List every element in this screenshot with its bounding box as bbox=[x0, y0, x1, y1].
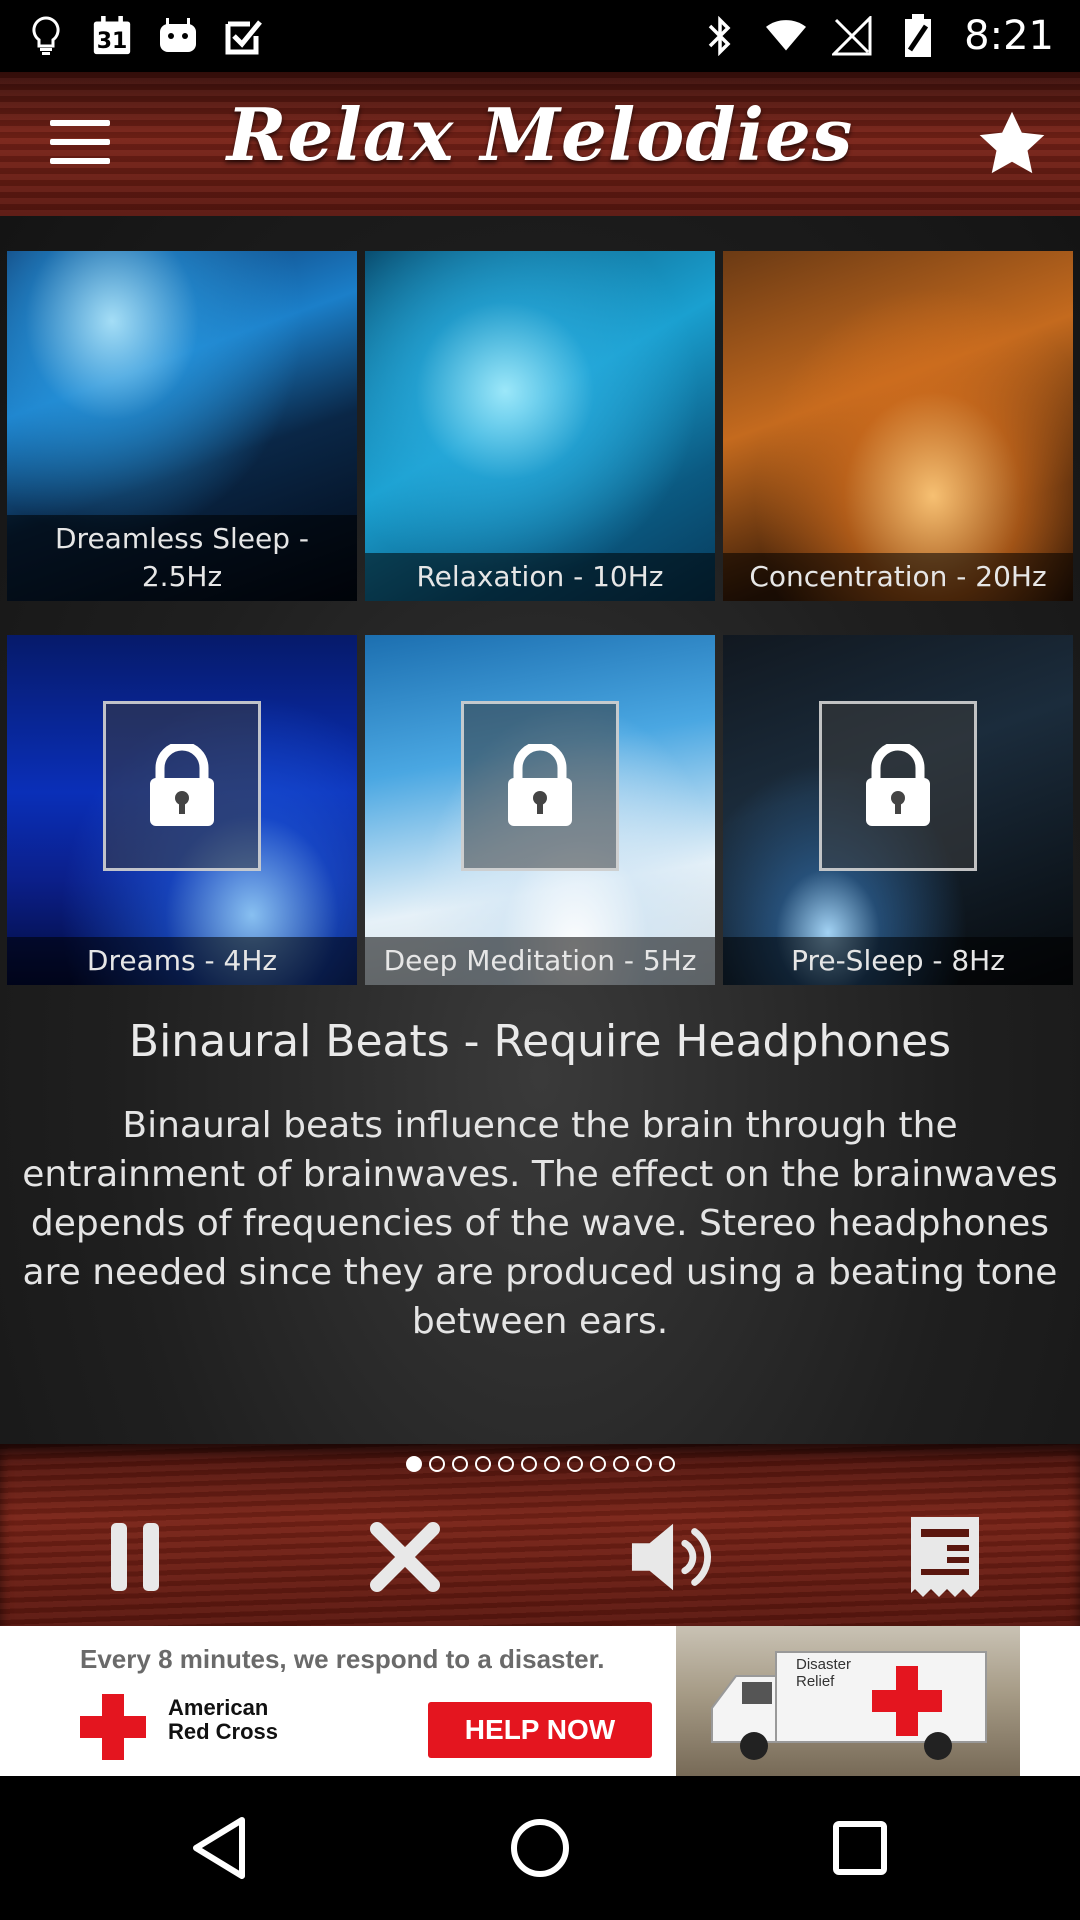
page-dot[interactable] bbox=[497, 1456, 514, 1472]
volume-icon[interactable] bbox=[630, 1512, 720, 1602]
app-header: Relax Melodies bbox=[0, 72, 1080, 216]
no-signal-icon bbox=[832, 16, 872, 56]
page-indicator bbox=[0, 1456, 1080, 1472]
melody-grid: Dreamless Sleep - 2.5Hz Relaxation - 10H… bbox=[7, 251, 1073, 985]
status-right-icons: 8:21 bbox=[700, 13, 1054, 59]
star-icon[interactable] bbox=[974, 106, 1050, 182]
lightbulb-icon bbox=[26, 16, 66, 56]
receipt-icon[interactable] bbox=[900, 1512, 990, 1602]
help-now-button[interactable]: HELP NOW bbox=[428, 1702, 652, 1758]
lock-overlay bbox=[819, 701, 977, 871]
page-dot-active[interactable] bbox=[405, 1456, 422, 1472]
bluetooth-icon bbox=[700, 16, 740, 56]
page-dot[interactable] bbox=[428, 1456, 445, 1472]
page-dot[interactable] bbox=[474, 1456, 491, 1472]
tile-image bbox=[365, 251, 715, 601]
check-icon bbox=[224, 16, 264, 56]
tile-pre-sleep[interactable]: Pre-Sleep - 8Hz bbox=[723, 635, 1073, 985]
status-time: 8:21 bbox=[964, 13, 1054, 59]
battery-icon bbox=[898, 14, 938, 57]
ad-image: Disaster Relief bbox=[676, 1626, 1020, 1776]
wifi-icon bbox=[766, 16, 807, 56]
red-cross-logo-icon bbox=[80, 1694, 146, 1760]
tile-label: Dreams - 4Hz bbox=[7, 937, 357, 985]
ad-headline: Every 8 minutes, we respond to a disaste… bbox=[80, 1644, 605, 1674]
calendar-icon: 31 bbox=[92, 16, 132, 56]
tile-label: Pre-Sleep - 8Hz bbox=[723, 937, 1073, 985]
lock-icon bbox=[866, 744, 930, 826]
close-icon[interactable] bbox=[360, 1512, 450, 1602]
app-title: Relax Melodies bbox=[226, 92, 854, 177]
section-title: Binaural Beats - Require Headphones bbox=[128, 1016, 952, 1067]
page-dot[interactable] bbox=[543, 1456, 560, 1472]
lock-overlay bbox=[103, 701, 261, 871]
lock-icon bbox=[508, 744, 572, 826]
android-icon bbox=[158, 16, 198, 56]
player-controls bbox=[0, 1444, 1080, 1626]
page-dot[interactable] bbox=[566, 1456, 583, 1472]
tile-label: Relaxation - 10Hz bbox=[365, 553, 715, 601]
page-dot[interactable] bbox=[520, 1456, 537, 1472]
section-description: Binaural beats influence the brain throu… bbox=[22, 1105, 1058, 1342]
status-left-icons: 31 bbox=[26, 16, 264, 56]
page-dot[interactable] bbox=[451, 1456, 468, 1472]
back-icon[interactable] bbox=[175, 1803, 265, 1893]
status-bar: 31 8:21 bbox=[0, 0, 1080, 72]
pause-icon[interactable] bbox=[90, 1512, 180, 1602]
tile-deep-meditation[interactable]: Deep Meditation - 5Hz bbox=[365, 635, 715, 985]
page-dot[interactable] bbox=[589, 1456, 606, 1472]
tile-dreams[interactable]: Dreams - 4Hz bbox=[7, 635, 357, 985]
page-dot[interactable] bbox=[658, 1456, 675, 1472]
tile-label: Deep Meditation - 5Hz bbox=[365, 937, 715, 985]
tile-label: Concentration - 20Hz bbox=[723, 553, 1073, 601]
tile-label: Dreamless Sleep - 2.5Hz bbox=[7, 515, 357, 601]
main-content: Dreamless Sleep - 2.5Hz Relaxation - 10H… bbox=[0, 216, 1080, 1444]
ambulance-label: Disaster Relief bbox=[796, 1656, 852, 1690]
ad-organization: American Red Cross bbox=[168, 1695, 279, 1744]
calendar-day: 31 bbox=[96, 29, 128, 54]
tile-concentration[interactable]: Concentration - 20Hz bbox=[723, 251, 1073, 601]
tile-dreamless-sleep[interactable]: Dreamless Sleep - 2.5Hz bbox=[7, 251, 357, 601]
ad-banner[interactable]: Every 8 minutes, we respond to a disaste… bbox=[0, 1626, 1080, 1776]
recents-icon[interactable] bbox=[815, 1803, 905, 1893]
page-dot[interactable] bbox=[612, 1456, 629, 1472]
lock-icon bbox=[150, 744, 214, 826]
home-icon[interactable] bbox=[495, 1803, 585, 1893]
tile-image bbox=[723, 251, 1073, 601]
page-dot[interactable] bbox=[635, 1456, 652, 1472]
tile-relaxation[interactable]: Relaxation - 10Hz bbox=[365, 251, 715, 601]
system-nav-bar bbox=[0, 1776, 1080, 1920]
lock-overlay bbox=[461, 701, 619, 871]
